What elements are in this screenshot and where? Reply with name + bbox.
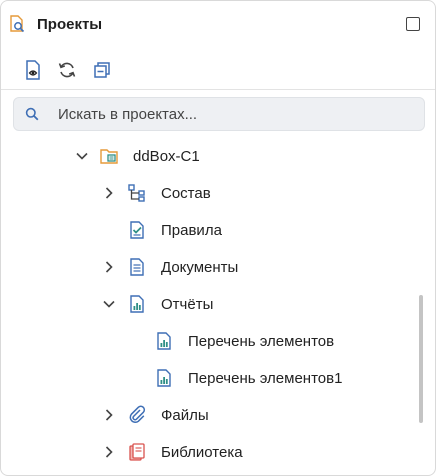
tree-node-reports[interactable]: Отчёты [1,287,421,321]
tree-node-label: Библиотека [161,444,243,461]
tree-node-library[interactable]: Библиотека [1,435,421,469]
chevron-right-icon[interactable] [102,260,116,274]
show-document-icon[interactable] [19,56,47,84]
tree-node-documents[interactable]: Документы [1,250,421,284]
structure-icon [127,183,147,203]
toolbar [1,56,435,86]
tree-node-label: Перечень элементов1 [188,370,343,387]
tree-node-root[interactable]: ddBox-C1 [1,139,421,173]
search-box [13,97,425,131]
tree-node-label: Состав [161,185,211,202]
tree-node-label: Правила [161,222,222,239]
tree-node-label: Перечень элементов [188,333,335,350]
chevron-down-icon[interactable] [102,297,116,311]
project-icon [99,146,119,166]
tree-node-structure[interactable]: Состав [1,176,421,210]
chevron-right-icon[interactable] [102,408,116,422]
chevron-right-icon[interactable] [102,445,116,459]
tree-node-rules[interactable]: Правила [1,213,421,247]
tree-node-label: Отчёты [161,296,214,313]
toolbar-divider [1,89,435,90]
report-icon [154,368,174,388]
tree-node-files[interactable]: Файлы [1,398,421,432]
report-icon [127,294,147,314]
maximize-icon[interactable] [406,17,420,31]
collapse-all-icon[interactable] [88,56,116,84]
tree-node-report-item[interactable]: Перечень элементов [1,324,421,358]
projects-panel: Проекты Искать в проектах... ddBox-C1 Со… [0,0,436,476]
search-icon [25,107,39,121]
projects-search-icon [8,14,28,34]
panel-header: Проекты [1,1,435,47]
chevron-down-icon[interactable] [75,149,89,163]
library-icon [127,442,147,462]
tree-node-report-item[interactable]: Перечень элементов1 [1,361,421,395]
vertical-scrollbar[interactable] [419,295,423,423]
tree-node-label: Документы [161,259,239,276]
rules-icon [127,220,147,240]
chevron-right-icon[interactable] [102,186,116,200]
report-icon [154,331,174,351]
panel-title: Проекты [37,16,103,33]
attachment-icon [127,405,147,425]
search-input[interactable] [58,99,418,129]
refresh-icon[interactable] [53,56,81,84]
tree-node-label: Файлы [161,407,209,424]
documents-icon [127,257,147,277]
tree-node-label: ddBox-C1 [133,148,200,165]
project-tree: ddBox-C1 Состав Правила Документы Отчёты… [1,139,421,475]
